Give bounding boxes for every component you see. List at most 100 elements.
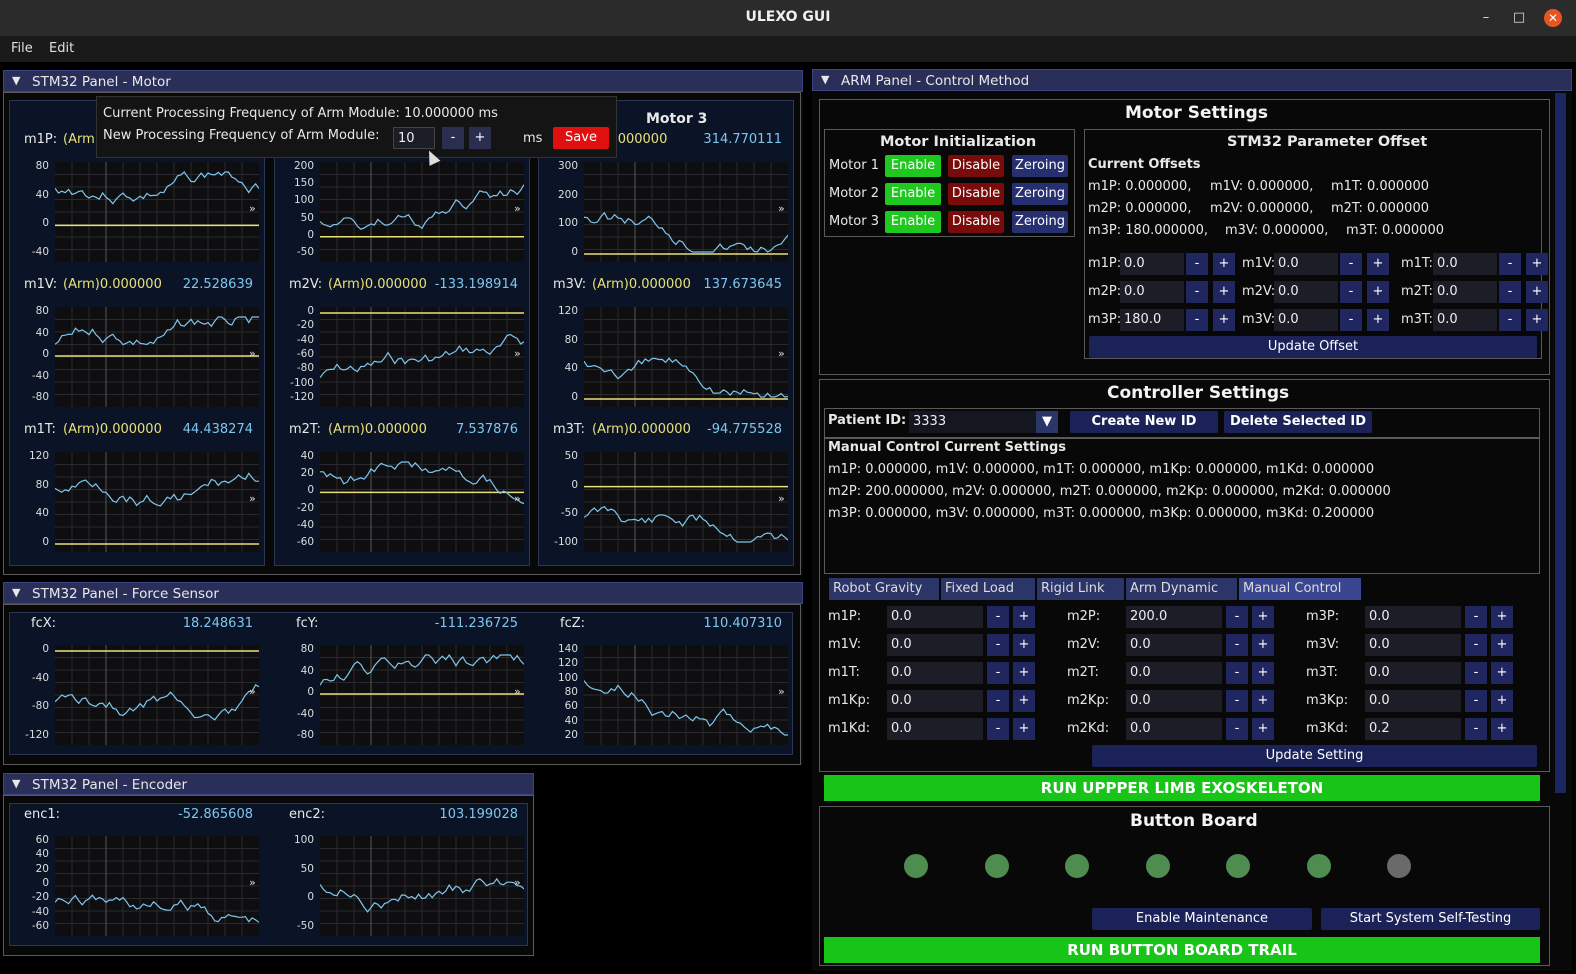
plus-button[interactable]: + [1491, 662, 1513, 684]
minus-button[interactable]: - [1499, 309, 1521, 331]
run-button-board-trail-button[interactable]: RUN BUTTON BOARD TRAIL [824, 937, 1540, 963]
plus-button[interactable]: + [1252, 606, 1274, 628]
minus-button[interactable]: - [1499, 281, 1521, 303]
minus-button[interactable]: - [1186, 281, 1208, 303]
arm-panel-header[interactable]: ▼ ARM Panel - Control Method [812, 69, 1572, 91]
plus-button[interactable]: + [1252, 634, 1274, 656]
patient-id-select[interactable]: 3333 [909, 411, 1037, 433]
line-plot[interactable]: » [55, 307, 259, 407]
self-testing-button[interactable]: Start System Self-Testing [1321, 908, 1540, 930]
minus-button[interactable]: - [987, 606, 1009, 628]
plus-button[interactable]: + [1213, 281, 1235, 303]
force-panel-header[interactable]: ▼ STM32 Panel - Force Sensor [3, 582, 803, 604]
plus-button[interactable]: + [1013, 718, 1035, 740]
scrollbar[interactable] [1555, 93, 1566, 793]
minimize-icon[interactable]: – [1477, 9, 1495, 27]
disable-button[interactable]: Disable [948, 155, 1004, 177]
control-input[interactable]: 0.0 [1126, 690, 1222, 712]
offset-input[interactable]: 0.0 [1120, 253, 1184, 275]
minus-button[interactable]: - [1465, 606, 1487, 628]
minus-button[interactable]: - [1340, 309, 1362, 331]
close-icon[interactable]: ✕ [1544, 9, 1562, 27]
plus-button[interactable]: + [1491, 718, 1513, 740]
disable-button[interactable]: Disable [948, 183, 1004, 205]
enable-button[interactable]: Enable [885, 155, 941, 177]
control-input[interactable]: 0.0 [887, 606, 983, 628]
save-button[interactable]: Save [553, 127, 609, 149]
motor-panel-header[interactable]: ▼ STM32 Panel - Motor [3, 70, 803, 92]
control-input[interactable]: 0.0 [1365, 690, 1461, 712]
plus-button[interactable]: + [1013, 662, 1035, 684]
enable-button[interactable]: Enable [885, 183, 941, 205]
tab-rigid-link[interactable]: Rigid Link [1037, 578, 1124, 600]
enable-maintenance-button[interactable]: Enable Maintenance [1092, 908, 1312, 930]
line-plot[interactable]: » [320, 452, 524, 552]
zeroing-button[interactable]: Zeroing [1012, 183, 1068, 205]
plus-button[interactable]: + [1367, 281, 1389, 303]
menu-edit[interactable]: Edit [49, 41, 74, 56]
minus-button[interactable]: - [1226, 634, 1248, 656]
control-input[interactable]: 0.0 [1126, 662, 1222, 684]
menu-file[interactable]: File [11, 41, 33, 56]
minus-button[interactable]: - [1226, 718, 1248, 740]
plus-button[interactable]: + [1213, 253, 1235, 275]
plus-button[interactable]: + [1252, 662, 1274, 684]
minus-button[interactable]: - [1226, 690, 1248, 712]
run-exoskeleton-button[interactable]: RUN UPPPER LIMB EXOSKELETON [824, 775, 1540, 801]
minus-button[interactable]: - [1465, 662, 1487, 684]
line-plot[interactable]: » [320, 162, 524, 262]
frequency-input[interactable]: 10 [393, 127, 435, 149]
control-input[interactable]: 0.0 [887, 690, 983, 712]
minus-button[interactable]: - [1465, 690, 1487, 712]
plus-button[interactable]: + [1367, 253, 1389, 275]
plus-button[interactable]: + [1526, 253, 1548, 275]
plus-button[interactable]: + [1491, 634, 1513, 656]
tab-manual-control[interactable]: Manual Control [1239, 578, 1361, 600]
line-plot[interactable]: » [320, 645, 524, 745]
plus-button[interactable]: + [1526, 309, 1548, 331]
plus-button[interactable]: + [1367, 309, 1389, 331]
plus-button[interactable]: + [1213, 309, 1235, 331]
control-input[interactable]: 0.0 [1365, 662, 1461, 684]
plus-button[interactable]: + [1526, 281, 1548, 303]
control-input[interactable]: 0.0 [1365, 634, 1461, 656]
offset-input[interactable]: 180.0 [1120, 309, 1184, 331]
update-offset-button[interactable]: Update Offset [1089, 336, 1537, 358]
plus-button[interactable]: + [1013, 634, 1035, 656]
minus-button[interactable]: - [1340, 281, 1362, 303]
delete-id-button[interactable]: Delete Selected ID [1224, 411, 1372, 433]
create-id-button[interactable]: Create New ID [1070, 411, 1218, 433]
line-plot[interactable]: » [320, 307, 524, 407]
minus-button[interactable]: - [1186, 309, 1208, 331]
tab-fixed-load[interactable]: Fixed Load [941, 578, 1035, 600]
minus-button[interactable]: - [1340, 253, 1362, 275]
minus-button[interactable]: - [1465, 718, 1487, 740]
line-plot[interactable]: » [584, 307, 788, 407]
frequency-minus-button[interactable]: - [442, 127, 464, 149]
disable-button[interactable]: Disable [948, 211, 1004, 233]
minus-button[interactable]: - [1226, 662, 1248, 684]
minus-button[interactable]: - [1499, 253, 1521, 275]
offset-input[interactable]: 0.0 [1274, 281, 1338, 303]
zeroing-button[interactable]: Zeroing [1012, 155, 1068, 177]
minus-button[interactable]: - [1186, 253, 1208, 275]
line-plot[interactable]: » [55, 162, 259, 262]
plus-button[interactable]: + [1252, 718, 1274, 740]
offset-input[interactable]: 0.0 [1433, 253, 1497, 275]
update-setting-button[interactable]: Update Setting [1092, 745, 1537, 767]
offset-input[interactable]: 0.0 [1120, 281, 1184, 303]
control-input[interactable]: 200.0 [1126, 606, 1222, 628]
offset-input[interactable]: 0.0 [1433, 309, 1497, 331]
line-plot[interactable]: » [55, 645, 259, 745]
minus-button[interactable]: - [987, 662, 1009, 684]
line-plot[interactable]: » [320, 836, 524, 936]
tab-arm-dynamic[interactable]: Arm Dynamic [1126, 578, 1237, 600]
minus-button[interactable]: - [1226, 606, 1248, 628]
offset-input[interactable]: 0.0 [1274, 309, 1338, 331]
plus-button[interactable]: + [1252, 690, 1274, 712]
plus-button[interactable]: + [1491, 606, 1513, 628]
tab-robot-gravity[interactable]: Robot Gravity [829, 578, 939, 600]
minus-button[interactable]: - [1465, 634, 1487, 656]
line-plot[interactable]: » [584, 645, 788, 745]
chevron-down-icon[interactable]: ▼ [1036, 411, 1058, 433]
